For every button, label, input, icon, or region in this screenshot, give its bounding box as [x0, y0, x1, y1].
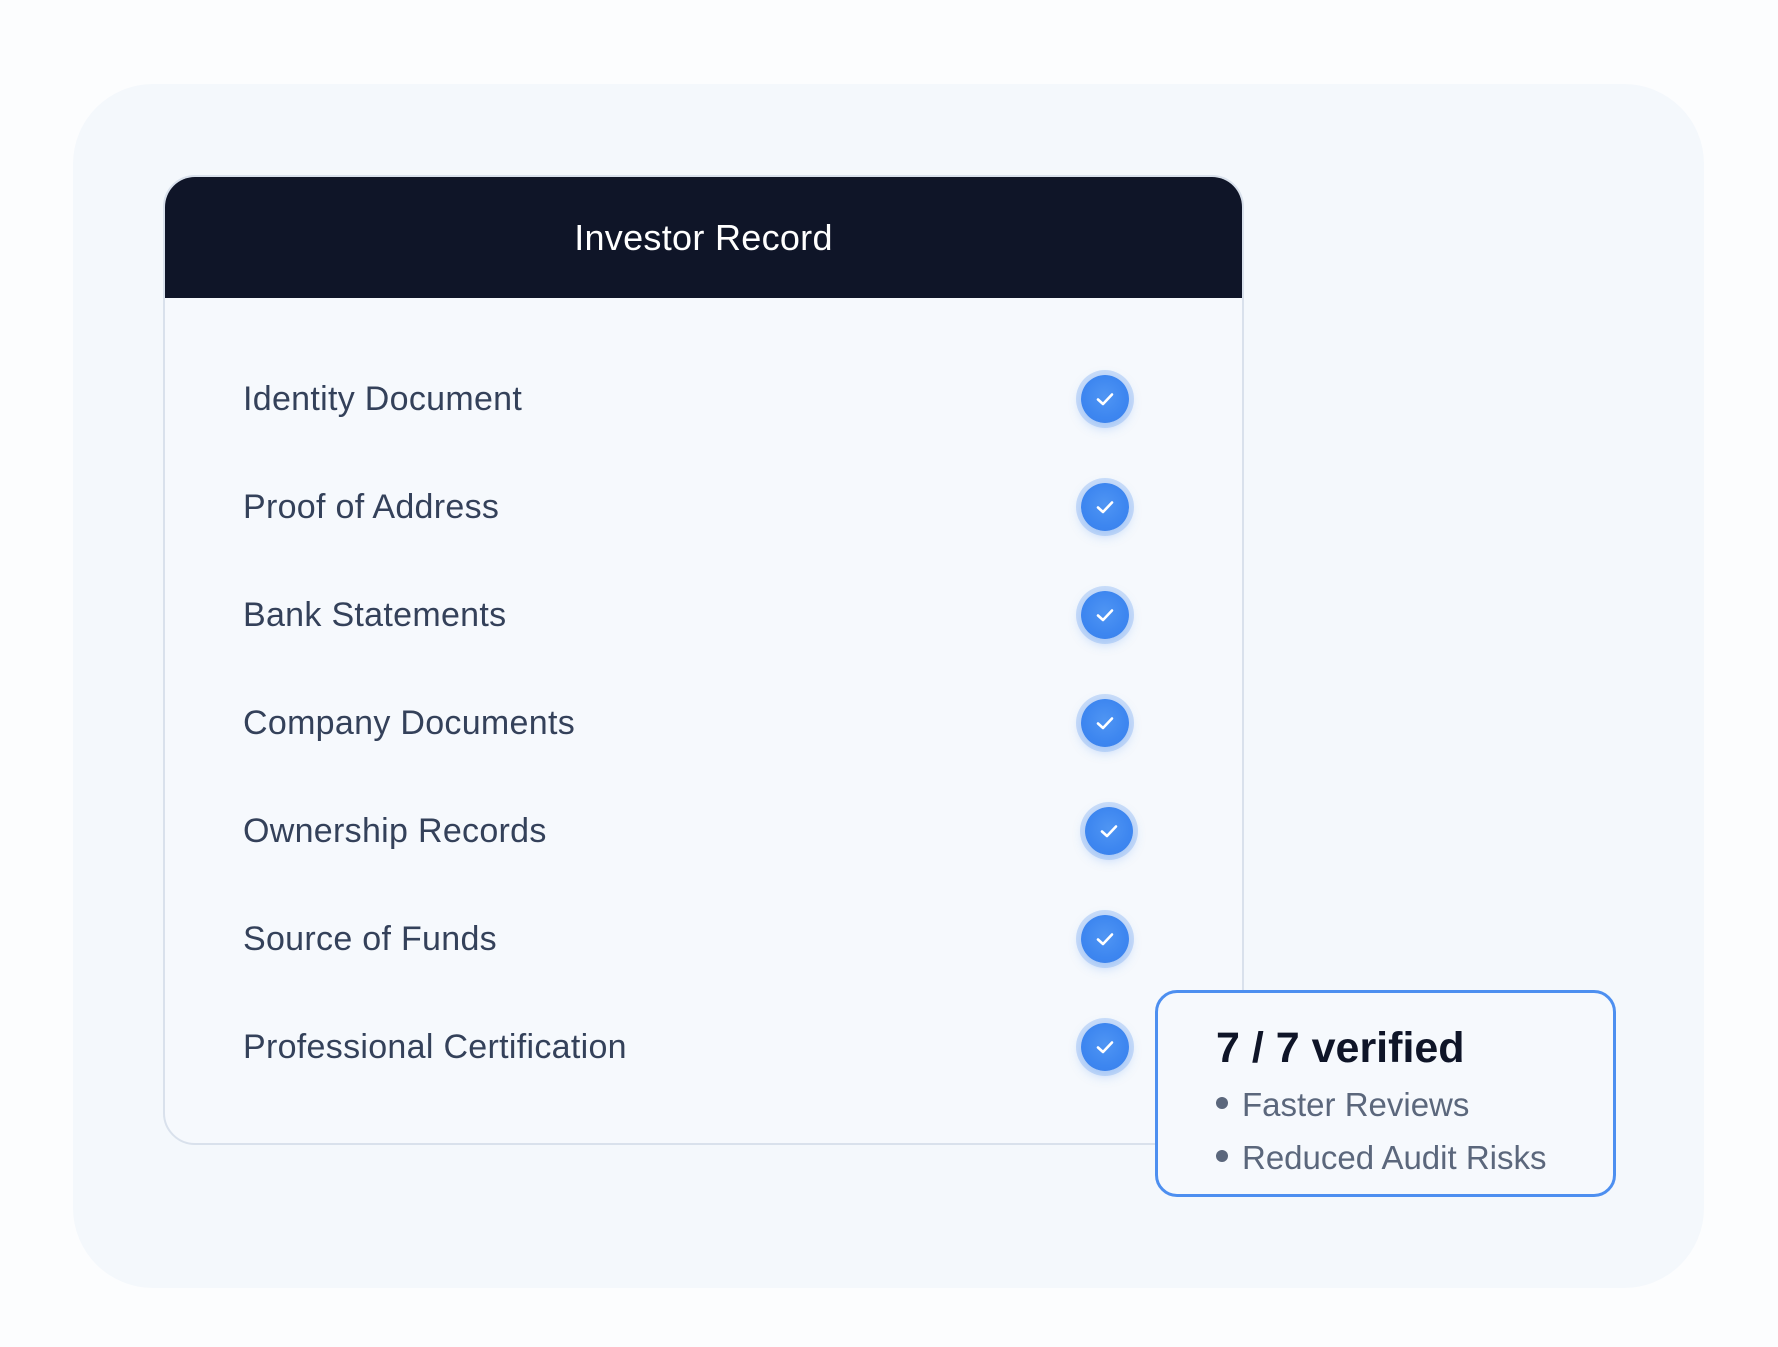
bullet-dot-icon — [1216, 1150, 1228, 1162]
list-item-company-documents: Company Documents — [165, 669, 1242, 777]
record-title: Investor Record — [574, 216, 833, 258]
benefit-item: Faster Reviews — [1216, 1082, 1469, 1128]
list-item-identity-document: Identity Document — [165, 345, 1242, 453]
bullet-dot-icon — [1216, 1097, 1228, 1109]
check-circle-icon — [1081, 915, 1129, 963]
list-item-ownership-records: Ownership Records — [165, 777, 1242, 885]
record-header: Investor Record — [165, 177, 1242, 298]
check-circle-icon — [1085, 807, 1133, 855]
list-item-label: Ownership Records — [243, 812, 547, 850]
list-item-bank-statements: Bank Statements — [165, 561, 1242, 669]
list-item-professional-certification: Professional Certification — [165, 993, 1242, 1101]
benefit-item: Reduced Audit Risks — [1216, 1135, 1547, 1181]
list-item-label: Bank Statements — [243, 596, 507, 634]
verification-summary-card: 7 / 7 verified Faster Reviews Reduced Au… — [1155, 990, 1616, 1197]
list-item-label: Identity Document — [243, 380, 523, 418]
verification-count: 7 / 7 verified — [1216, 1024, 1465, 1072]
list-item-label: Company Documents — [243, 704, 576, 742]
check-circle-icon — [1081, 375, 1129, 423]
list-item-source-of-funds: Source of Funds — [165, 885, 1242, 993]
list-item-label: Source of Funds — [243, 920, 497, 958]
list-item-label: Proof of Address — [243, 488, 500, 526]
investor-record-card: Investor Record Identity Document Proof … — [163, 175, 1244, 1145]
check-circle-icon — [1081, 591, 1129, 639]
benefit-label: Reduced Audit Risks — [1242, 1139, 1547, 1176]
check-circle-icon — [1081, 1023, 1129, 1071]
list-item-label: Professional Certification — [243, 1028, 627, 1066]
list-item-proof-of-address: Proof of Address — [165, 453, 1242, 561]
benefit-label: Faster Reviews — [1242, 1086, 1470, 1123]
check-circle-icon — [1081, 699, 1129, 747]
check-circle-icon — [1081, 483, 1129, 531]
